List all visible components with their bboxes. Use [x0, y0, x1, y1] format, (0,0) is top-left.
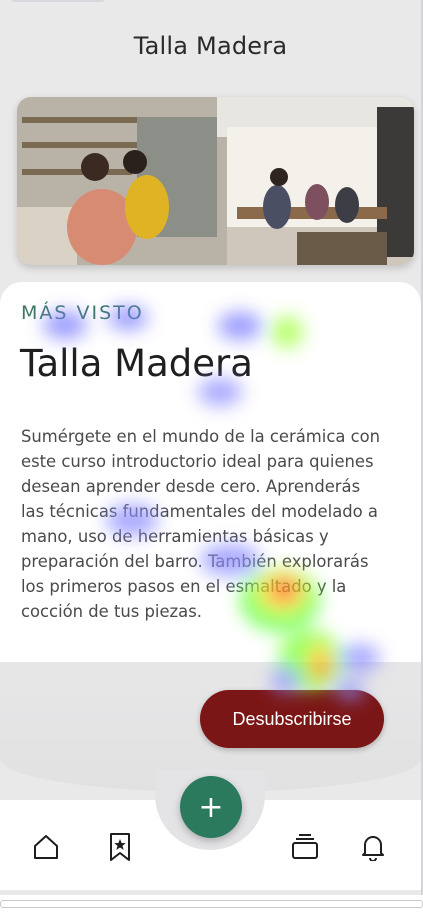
add-button[interactable]: +	[180, 776, 242, 838]
bell-icon[interactable]	[358, 832, 388, 862]
course-description: Sumérgete en el mundo de la cerámica con…	[21, 427, 381, 621]
page-title: Talla Madera	[133, 32, 288, 60]
most-viewed-label: MÁS VISTO	[21, 302, 144, 324]
stack-icon[interactable]	[290, 832, 320, 862]
status-tab	[8, 0, 108, 2]
scrollbar[interactable]	[0, 900, 423, 908]
phone-screen: Talla Madera MÁS VISTO Talla Madera Sumé…	[0, 0, 423, 895]
home-icon[interactable]	[31, 832, 61, 862]
course-card: MÁS VISTO Talla Madera Sumérgete en el m…	[0, 282, 421, 662]
unsubscribe-button[interactable]: Desubscribirse	[200, 690, 384, 748]
hero-image	[17, 97, 414, 265]
course-title: Talla Madera	[20, 342, 253, 385]
bookmark-star-icon[interactable]	[105, 832, 135, 862]
workshop-photo	[17, 97, 414, 265]
